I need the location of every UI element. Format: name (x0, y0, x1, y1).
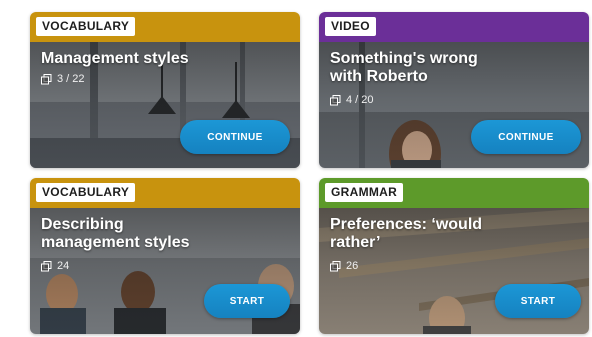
card-title: Preferences: ‘would rather’ (330, 216, 483, 251)
category-tag: VOCABULARY (36, 17, 136, 36)
continue-button[interactable]: CONTINUE (471, 120, 581, 154)
item-count-text: 4 / 20 (346, 94, 374, 106)
copy-icon (330, 95, 341, 106)
activity-card[interactable]: VOCABULARY Describing management styles … (30, 178, 300, 334)
copy-icon (41, 74, 52, 85)
card-title: Something's wrong with Roberto (330, 50, 478, 85)
item-count: 4 / 20 (330, 94, 374, 107)
category-tag: GRAMMAR (325, 183, 404, 202)
item-count-text: 26 (346, 260, 359, 272)
copy-icon (330, 261, 341, 272)
start-button[interactable]: START (495, 284, 581, 318)
copy-icon (41, 261, 52, 272)
item-count: 3 / 22 (41, 73, 85, 86)
category-tag: VIDEO (325, 17, 376, 36)
item-count-text: 3 / 22 (57, 73, 85, 85)
item-count: 24 (41, 260, 69, 273)
category-tag: VOCABULARY (36, 183, 136, 202)
item-count-text: 24 (57, 260, 70, 272)
activity-card[interactable]: VOCABULARY Management styles 3 / 22 CONT… (30, 12, 300, 168)
card-title: Management styles (41, 50, 189, 67)
item-count: 26 (330, 260, 358, 273)
card-title: Describing management styles (41, 216, 190, 251)
activity-card[interactable]: VIDEO Something's wrong with Roberto 4 /… (319, 12, 589, 168)
start-button[interactable]: START (204, 284, 290, 318)
activity-card[interactable]: GRAMMAR Preferences: ‘would rather’ 26 S… (319, 178, 589, 334)
continue-button[interactable]: CONTINUE (180, 120, 290, 154)
